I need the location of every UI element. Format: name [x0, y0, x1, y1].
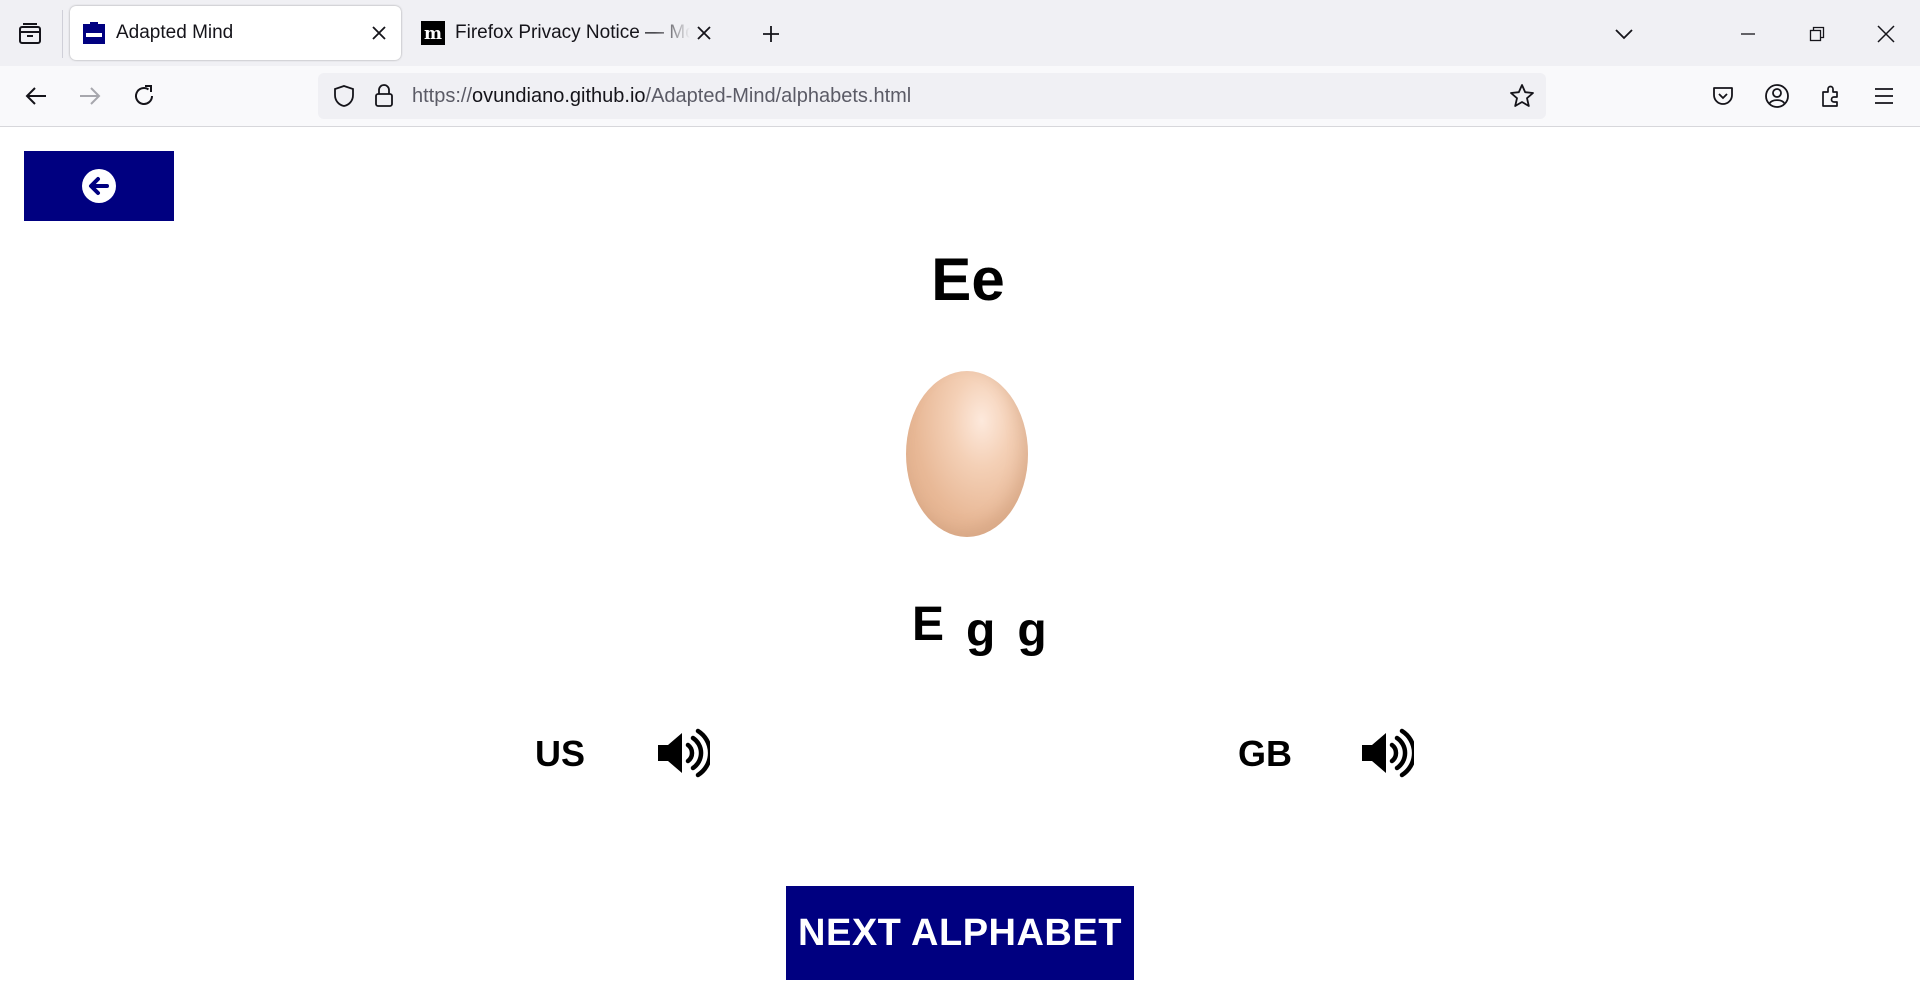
- star-icon: [1510, 84, 1534, 107]
- tab-strip: Adapted Mind m Firefox Privacy Notice — …: [0, 0, 1920, 66]
- speaker-icon[interactable]: [1358, 725, 1414, 781]
- word-letter: g: [1017, 604, 1047, 657]
- mozilla-m-favicon: m: [421, 21, 445, 45]
- url-scheme: https://: [412, 85, 473, 107]
- minimize-button[interactable]: [1728, 14, 1768, 54]
- accent-label-gb: GB: [1238, 733, 1292, 774]
- lock-icon: [375, 84, 393, 107]
- page-content: Ee E g g US GB NEXT ALPHABET: [0, 127, 1920, 998]
- tab-close-button[interactable]: [365, 19, 393, 47]
- site-security-button[interactable]: [370, 82, 398, 110]
- firefox-view-button[interactable]: [13, 18, 47, 50]
- reload-button[interactable]: [124, 76, 164, 116]
- word-letter: E: [912, 598, 945, 651]
- new-tab-button[interactable]: [756, 18, 786, 50]
- close-icon: [372, 26, 386, 40]
- word-letter: g: [966, 604, 996, 657]
- firefox-view-icon: [19, 23, 41, 44]
- close-icon: [1877, 25, 1895, 43]
- tracking-protection-button[interactable]: [330, 82, 358, 110]
- url-path: /Adapted-Mind/alphabets.html: [645, 85, 912, 107]
- list-all-tabs-button[interactable]: [1604, 14, 1644, 54]
- letter-heading: Ee: [931, 246, 1005, 313]
- close-window-button[interactable]: [1866, 14, 1906, 54]
- speaker-icon[interactable]: [654, 725, 710, 781]
- word-letters: E g g: [912, 597, 1047, 658]
- pocket-icon: [1713, 87, 1733, 105]
- arrow-left-icon: [25, 87, 46, 105]
- account-button[interactable]: [1757, 76, 1797, 116]
- next-alphabet-button[interactable]: NEXT ALPHABET: [786, 886, 1134, 980]
- restore-button[interactable]: [1797, 14, 1837, 54]
- navigation-toolbar: https://ovundiano.github.io/Adapted-Mind…: [0, 66, 1920, 127]
- arrow-right-icon: [80, 87, 101, 105]
- adapted-mind-favicon: [83, 22, 105, 44]
- tab-separator: [62, 10, 63, 58]
- tab-firefox-privacy[interactable]: m Firefox Privacy Notice — Mozilla: [409, 6, 726, 60]
- reload-icon: [135, 85, 153, 105]
- restore-icon: [1809, 26, 1825, 42]
- url-host: ovundiano.github.io: [472, 85, 646, 107]
- tab-close-button[interactable]: [690, 19, 718, 47]
- plus-icon: [763, 26, 779, 42]
- pocket-button[interactable]: [1703, 76, 1743, 116]
- app-menu-button[interactable]: [1864, 76, 1904, 116]
- minimize-icon: [1741, 33, 1755, 35]
- shield-icon: [334, 85, 354, 107]
- accent-label-us: US: [535, 733, 586, 774]
- hamburger-menu-icon: [1875, 88, 1893, 104]
- account-icon: [1765, 84, 1789, 108]
- tab-adapted-mind[interactable]: Adapted Mind: [70, 6, 401, 60]
- extensions-button[interactable]: [1811, 76, 1851, 116]
- tab-title: Adapted Mind: [116, 22, 234, 43]
- forward-button[interactable]: [70, 76, 110, 116]
- back-to-alphabets-button[interactable]: [24, 151, 174, 221]
- bookmark-star-button[interactable]: [1508, 82, 1536, 110]
- close-icon: [697, 26, 711, 40]
- chevron-down-icon: [1615, 29, 1633, 40]
- url-bar[interactable]: https://ovundiano.github.io/Adapted-Mind…: [318, 73, 1546, 119]
- back-button[interactable]: [16, 76, 56, 116]
- svg-text:m: m: [424, 24, 442, 44]
- arrow-left-circle-icon: [82, 169, 116, 203]
- tab-title: Firefox Privacy Notice — Mozilla: [455, 22, 690, 43]
- puzzle-icon: [1822, 85, 1838, 107]
- url-text[interactable]: https://ovundiano.github.io/Adapted-Mind…: [412, 85, 911, 108]
- egg-image: [906, 371, 1028, 537]
